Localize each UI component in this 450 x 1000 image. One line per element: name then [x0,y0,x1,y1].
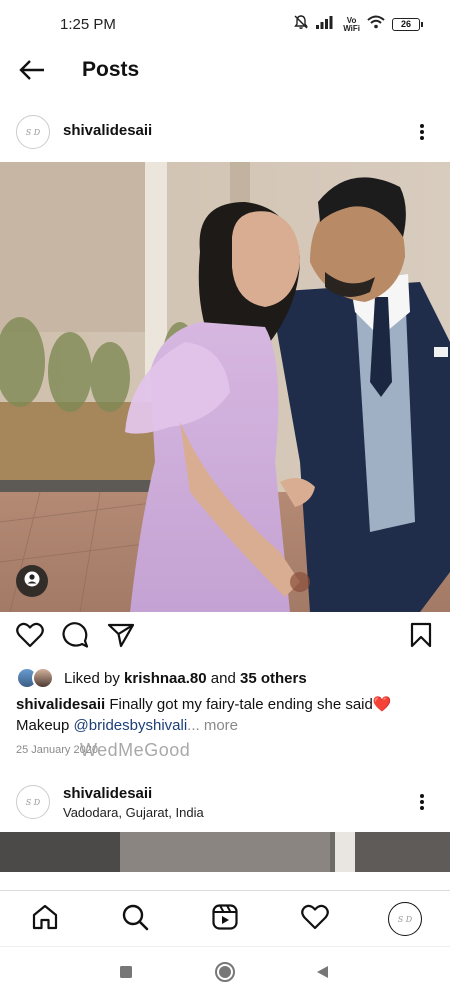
status-time: 1:25 PM [60,16,116,33]
status-bar: 1:25 PM Vo WiFi 26 [0,0,450,48]
dot [420,136,424,140]
next-photo-illustration [0,832,450,872]
avatar[interactable]: S D [16,115,50,149]
battery-icon: 26 [392,18,423,31]
post-actions [0,621,450,656]
activity-heart-icon [301,904,329,935]
liked-by-and: and [206,669,240,687]
comment-icon [61,621,89,654]
save-button[interactable] [406,622,436,652]
couple-photo-illustration [0,162,450,612]
liked-by-user[interactable]: krishnaa.80 [124,670,207,687]
more-options-button[interactable] [412,790,432,814]
post-photo[interactable] [0,162,450,612]
more-options-button[interactable] [412,120,432,144]
comment-button[interactable] [60,621,90,654]
next-post-location[interactable]: Vadodara, Gujarat, India [63,805,204,820]
home-circle-icon [214,961,236,988]
mute-icon [293,14,309,35]
caption-emoji: ❤️ [372,696,392,713]
nav-profile-avatar[interactable]: S D [388,902,422,936]
next-post-photo[interactable] [0,832,450,872]
back-button[interactable] [14,56,50,88]
nav-reels[interactable] [209,903,241,935]
signal-icon [316,15,336,34]
nav-activity[interactable] [299,903,331,935]
dot [420,800,424,804]
caption-mention[interactable]: @bridesbyshivali [74,717,188,734]
tagged-users-button[interactable] [16,565,48,597]
watermark-text: WedMeGood [80,740,191,760]
dot [420,130,424,134]
liked-by-others[interactable]: 35 others [240,670,307,687]
dot [420,806,424,810]
dot [420,794,424,798]
volte-indicator: Vo WiFi [343,16,360,33]
home-system-button[interactable] [214,961,236,988]
heart-icon [16,622,44,653]
next-post-header: S D shivalidesaii Vadodara, Gujarat, Ind… [0,772,450,832]
wifi-icon [367,15,385,34]
bottom-nav: S D [0,890,450,946]
avatar[interactable]: S D [16,785,50,819]
arrow-left-icon [18,59,46,85]
system-nav-bar [0,946,450,1000]
caption-text: Finally got my fairy-tale ending she sai… [105,696,373,713]
home-icon [31,903,59,936]
person-icon [24,571,40,592]
share-icon [107,622,135,653]
liked-by-prefix: Liked by [64,669,125,687]
volte-line2: WiFi [343,23,360,33]
next-post-username[interactable]: shivalidesaii [63,785,152,802]
recents-square-icon [118,964,134,985]
dot [420,124,424,128]
liker-avatar [32,667,54,689]
nav-search[interactable] [119,903,151,935]
page-title: Posts [82,58,140,81]
caption-line2: Makeup [16,717,74,734]
post-username[interactable]: shivalidesaii [63,122,152,139]
share-button[interactable] [106,622,136,652]
nav-home[interactable] [29,903,61,935]
liker-avatars [16,667,58,689]
likes-text: Liked by krishnaa.80 and 35 others [64,670,307,687]
reels-icon [211,903,239,936]
post-header: S D shivalidesaii [0,102,450,162]
post-caption: shivalidesaii Finally got my fairy-tale … [16,694,436,736]
back-system-button[interactable] [311,963,333,985]
bookmark-icon [409,622,433,653]
caption-more-link[interactable]: ... more [187,717,238,734]
likes-row[interactable]: Liked by krishnaa.80 and 35 others [16,666,307,690]
back-triangle-icon [314,964,330,985]
status-icons: Vo WiFi 26 [293,14,423,35]
like-button[interactable] [15,622,45,652]
caption-username[interactable]: shivalidesaii [16,696,105,713]
app-bar: Posts [0,48,450,96]
search-icon [121,903,149,936]
recents-button[interactable] [115,963,137,985]
